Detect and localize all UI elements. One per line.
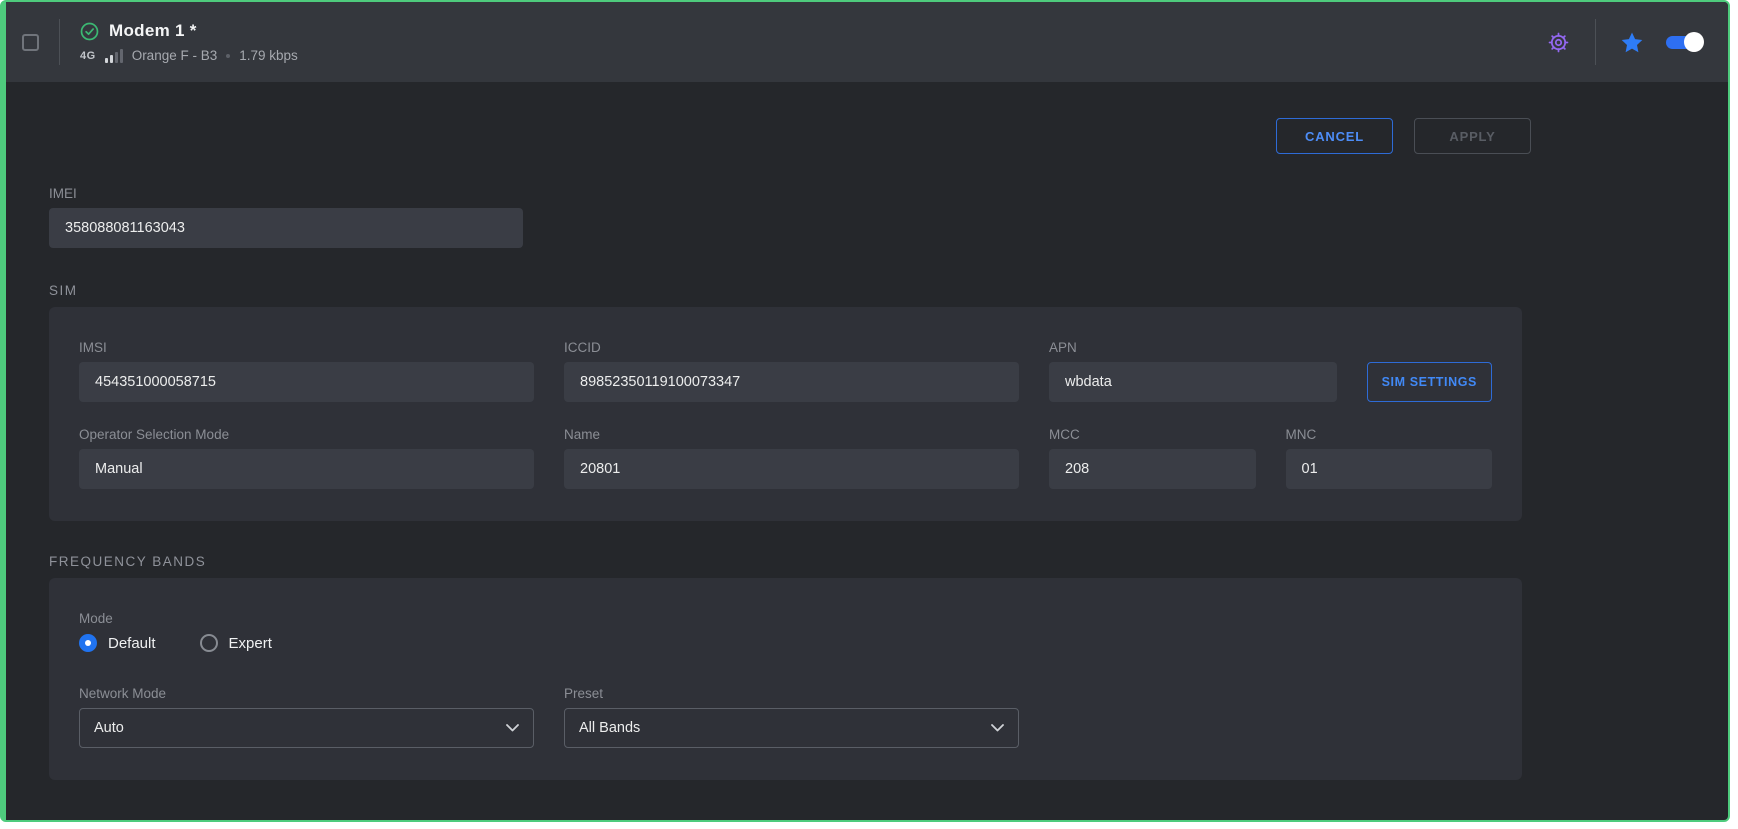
header-actions [1546, 19, 1702, 65]
dot-separator [226, 54, 230, 58]
preset-label: Preset [564, 686, 1019, 701]
cancel-button[interactable]: CANCEL [1276, 118, 1393, 154]
operator-name-field-block: Name [564, 427, 1019, 489]
radio-default[interactable]: Default [79, 634, 156, 652]
imsi-field-block: IMSI [79, 340, 534, 402]
network-mode-label: Network Mode [79, 686, 534, 701]
modem-card-header: Modem 1 * 4G Orange F - B3 1.79 kbps [6, 2, 1728, 82]
check-circle-icon [80, 22, 99, 41]
preset-select[interactable]: All Bands [564, 708, 1019, 748]
chevron-down-icon [991, 724, 1004, 732]
header-divider [59, 19, 60, 65]
form-actions: CANCEL APPLY [49, 118, 1531, 154]
modem-card: Modem 1 * 4G Orange F - B3 1.79 kbps [0, 0, 1730, 822]
mode-radio-group: Default Expert [79, 634, 1492, 652]
imei-label: IMEI [49, 186, 523, 201]
mcc-label: MCC [1049, 427, 1256, 442]
mode-label: Mode [79, 611, 1492, 626]
network-mode-field-block: Network Mode Auto [79, 686, 534, 748]
network-mode-value: Auto [94, 720, 124, 736]
operator-name-input[interactable] [564, 449, 1019, 489]
modem-settings-form: CANCEL APPLY IMEI SIM IMSI ICCID APN [6, 118, 1574, 780]
mcc-input[interactable] [1049, 449, 1256, 489]
frequency-bands-panel: Mode Default Expert Network Mode Auto [49, 578, 1522, 780]
header-divider-right [1595, 19, 1596, 65]
iccid-input[interactable] [564, 362, 1019, 402]
preset-field-block: Preset All Bands [564, 686, 1019, 748]
apn-input[interactable] [1049, 362, 1337, 402]
sim-section-label: SIM [49, 283, 1574, 298]
enable-toggle[interactable] [1666, 36, 1702, 49]
imei-input[interactable] [49, 208, 523, 248]
radio-expert-label: Expert [229, 635, 272, 652]
imsi-input[interactable] [79, 362, 534, 402]
radio-circle-icon [200, 634, 218, 652]
signal-bars-icon [105, 49, 123, 63]
operator-name: Orange F - B3 [132, 48, 218, 63]
link-speed: 1.79 kbps [239, 48, 298, 63]
imei-field-block: IMEI [49, 186, 523, 248]
network-tech-badge: 4G [80, 50, 96, 62]
page-title: Modem 1 * [109, 21, 197, 41]
preset-value: All Bands [579, 720, 640, 736]
mnc-field-block: MNC [1286, 427, 1493, 489]
operator-selection-mode-label: Operator Selection Mode [79, 427, 534, 442]
apply-button[interactable]: APPLY [1414, 118, 1531, 154]
star-icon[interactable] [1620, 31, 1644, 54]
apn-label: APN [1049, 340, 1337, 355]
gear-icon[interactable] [1546, 30, 1571, 55]
frequency-bands-section-label: FREQUENCY BANDS [49, 554, 1574, 569]
sim-panel: IMSI ICCID APN SIM SETTINGS Operator Sel [49, 307, 1522, 521]
sim-settings-button[interactable]: SIM SETTINGS [1367, 362, 1492, 402]
iccid-label: ICCID [564, 340, 1019, 355]
mnc-input[interactable] [1286, 449, 1493, 489]
header-main: Modem 1 * 4G Orange F - B3 1.79 kbps [80, 21, 298, 63]
toggle-knob [1684, 32, 1704, 52]
iccid-field-block: ICCID [564, 340, 1019, 402]
imsi-label: IMSI [79, 340, 534, 355]
radio-expert[interactable]: Expert [200, 634, 272, 652]
operator-selection-mode-input[interactable] [79, 449, 534, 489]
chevron-down-icon [506, 724, 519, 732]
network-mode-select[interactable]: Auto [79, 708, 534, 748]
select-modem-checkbox[interactable] [22, 34, 39, 51]
radio-circle-icon [79, 634, 97, 652]
mnc-label: MNC [1286, 427, 1493, 442]
radio-default-label: Default [108, 635, 156, 652]
mcc-field-block: MCC [1049, 427, 1256, 489]
operator-name-label: Name [564, 427, 1019, 442]
operator-selection-mode-block: Operator Selection Mode [79, 427, 534, 489]
apn-field-block: APN [1049, 340, 1337, 402]
